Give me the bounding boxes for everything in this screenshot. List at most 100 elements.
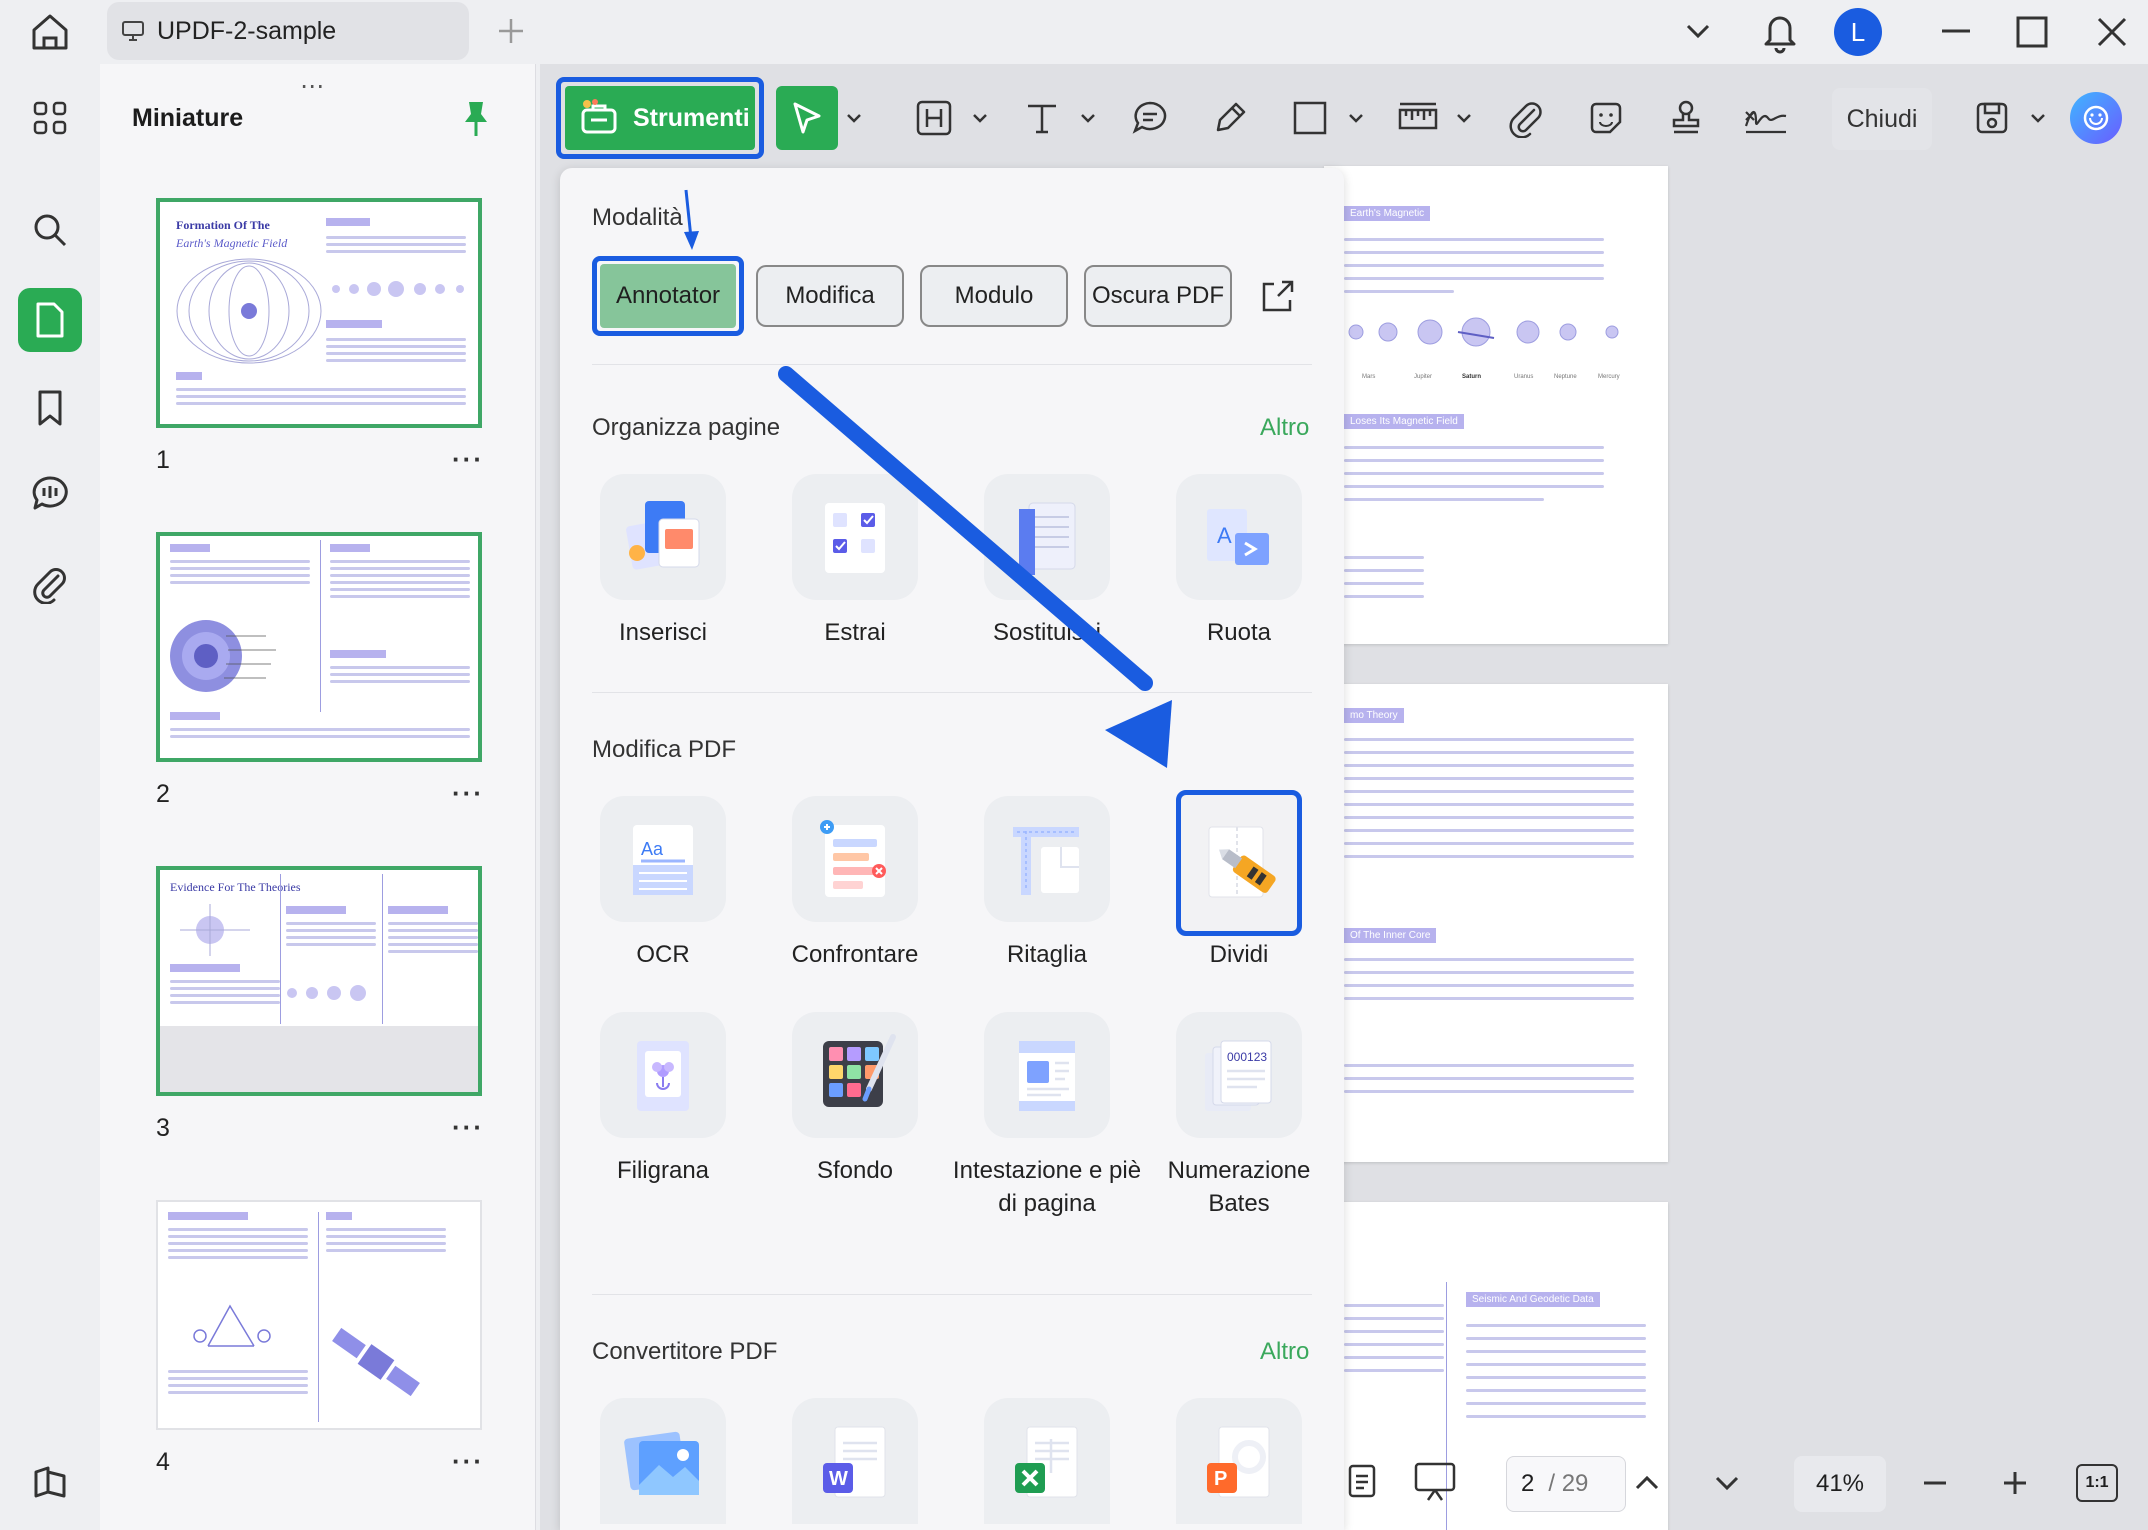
save-dropdown-chevron-icon[interactable] <box>2028 108 2048 128</box>
stamp-icon[interactable] <box>1662 94 1710 142</box>
new-tab-plus-icon[interactable] <box>494 14 528 48</box>
save-icon[interactable] <box>1968 94 2016 142</box>
thumbnail-2-more-button[interactable]: ··· <box>452 778 484 809</box>
home-icon[interactable] <box>26 10 74 54</box>
attach-file-icon[interactable] <box>1502 94 1550 142</box>
pencil-icon[interactable] <box>1206 94 1254 142</box>
minimize-icon[interactable] <box>1936 18 1976 44</box>
thumbnail-page-4[interactable] <box>156 1200 482 1430</box>
mode-annotator-button[interactable]: Annotator <box>592 256 744 336</box>
svg-text:Aa: Aa <box>641 839 664 859</box>
image-convert-icon <box>624 1431 699 1495</box>
page-number-input[interactable]: 2 / 29 <box>1506 1456 1626 1512</box>
zoom-in-icon[interactable] <box>1998 1466 2032 1500</box>
divider <box>592 1294 1312 1295</box>
mode-modulo-button[interactable]: Modulo <box>920 265 1068 327</box>
close-tools-button[interactable]: Chiudi <box>1832 88 1932 150</box>
text-dropdown-chevron-icon[interactable] <box>1078 108 1098 128</box>
comments-icon[interactable] <box>18 462 82 526</box>
page-2-heading-2: Of The Inner Core <box>1344 928 1437 943</box>
close-window-icon[interactable] <box>2094 14 2130 50</box>
rectangle-shape-icon[interactable] <box>1286 94 1334 142</box>
converter-section-title: Convertitore PDF <box>592 1338 778 1365</box>
zoom-out-icon[interactable] <box>1918 1466 1952 1500</box>
word-convert-icon: W <box>823 1426 886 1498</box>
mode-oscura-pdf-button[interactable]: Oscura PDF <box>1084 265 1232 327</box>
tool-ocr-tile[interactable]: Aa <box>600 796 726 922</box>
tool-numerazione-bates-tile[interactable]: 000123 <box>1176 1012 1302 1138</box>
svg-text:P: P <box>1214 1468 1227 1490</box>
measure-dropdown-chevron-icon[interactable] <box>1454 108 1474 128</box>
tool-ruota-tile[interactable]: A <box>1176 474 1302 600</box>
open-external-icon[interactable] <box>1258 278 1296 316</box>
page-2-heading-1: mo Theory <box>1344 708 1404 723</box>
search-icon[interactable] <box>18 198 82 262</box>
text-tool-icon[interactable] <box>1018 94 1066 142</box>
ocr-icon: Aa <box>633 825 693 895</box>
bookmark-icon[interactable] <box>18 376 82 440</box>
current-page: 2 <box>1521 1470 1535 1497</box>
thumbnail-page-3[interactable]: Evidence For The Theories <box>156 866 482 1096</box>
thumbnail-1-more-button[interactable]: ··· <box>452 444 484 475</box>
panel-resize-handle[interactable]: ⋯ <box>300 72 326 101</box>
apps-grid-icon[interactable] <box>18 86 82 150</box>
presentation-icon[interactable] <box>1410 1458 1460 1504</box>
convert-to-excel-tile[interactable] <box>984 1398 1110 1524</box>
tool-sfondo-tile[interactable] <box>792 1012 918 1138</box>
page-3-heading: Seismic And Geodetic Data <box>1466 1292 1600 1307</box>
tool-sostituisci-tile[interactable] <box>984 474 1110 600</box>
document-tab[interactable]: UPDF-2-sample <box>107 2 469 60</box>
thumbnail-1-heading: Formation Of The <box>176 218 270 232</box>
zoom-level[interactable]: 41% <box>1794 1456 1886 1512</box>
bates-numbering-icon: 000123 <box>1205 1040 1272 1111</box>
tool-filigrana-tile[interactable] <box>600 1012 726 1138</box>
maximize-icon[interactable] <box>2014 14 2050 50</box>
mode-annotator-label: Annotator <box>615 282 721 309</box>
thumbnail-page-1[interactable]: Formation Of The Earth's Magnetic Field <box>156 198 482 428</box>
select-cursor-button[interactable] <box>776 86 838 150</box>
satellite-illustration <box>332 1327 420 1397</box>
strumenti-label: Strumenti <box>633 103 750 132</box>
shape-dropdown-chevron-icon[interactable] <box>1346 108 1366 128</box>
comment-bubble-icon[interactable] <box>1126 94 1174 142</box>
document-page-2: mo Theory Of The Inner Core <box>1324 684 1668 1162</box>
cursor-dropdown-chevron-icon[interactable] <box>844 108 864 128</box>
previous-page-chevron-up-icon[interactable] <box>1630 1466 1664 1500</box>
tabs-dropdown-chevron-icon[interactable] <box>1682 16 1714 46</box>
heading-h-icon[interactable] <box>910 94 958 142</box>
thumbnail-3-more-button[interactable]: ··· <box>452 1112 484 1143</box>
pin-icon[interactable] <box>458 98 494 138</box>
ai-assistant-icon[interactable] <box>2070 92 2122 144</box>
tool-dividi-tile[interactable] <box>1176 790 1302 936</box>
convert-to-image-tile[interactable] <box>600 1398 726 1524</box>
sticker-icon[interactable] <box>1582 94 1630 142</box>
tool-inserisci-tile[interactable] <box>600 474 726 600</box>
tool-confrontare-tile[interactable] <box>792 796 918 922</box>
organize-more-link[interactable]: Altro <box>1260 414 1309 442</box>
actual-size-button[interactable]: 1:1 <box>2076 1464 2118 1502</box>
measure-ruler-icon[interactable] <box>1394 94 1442 142</box>
tool-estrai-tile[interactable] <box>792 474 918 600</box>
converter-more-link[interactable]: Altro <box>1260 1338 1309 1366</box>
powerpoint-convert-icon: P <box>1207 1426 1270 1498</box>
tool-intestazione-tile[interactable] <box>984 1012 1110 1138</box>
layers-icon[interactable] <box>18 1450 82 1514</box>
mode-modifica-button[interactable]: Modifica <box>756 265 904 327</box>
watermark-icon <box>637 1041 689 1111</box>
signature-icon[interactable] <box>1742 94 1790 142</box>
strumenti-button[interactable]: Strumenti <box>556 77 764 159</box>
next-page-chevron-down-icon[interactable] <box>1710 1466 1744 1500</box>
thumbnails-page-icon[interactable] <box>18 288 82 352</box>
bell-icon[interactable] <box>1760 8 1800 54</box>
thumbnail-page-2[interactable] <box>156 532 482 762</box>
user-avatar[interactable]: L <box>1834 8 1882 56</box>
edit-section-title: Modifica PDF <box>592 736 737 763</box>
convert-to-powerpoint-tile[interactable]: P <box>1176 1398 1302 1524</box>
convert-to-word-tile[interactable]: W <box>792 1398 918 1524</box>
tool-ritaglia-tile[interactable] <box>984 796 1110 922</box>
reading-mode-icon[interactable] <box>1344 1460 1380 1502</box>
attachment-icon[interactable] <box>18 552 82 616</box>
thumbnail-4-more-button[interactable]: ··· <box>452 1446 484 1477</box>
total-pages: / 29 <box>1548 1470 1589 1497</box>
heading-dropdown-chevron-icon[interactable] <box>970 108 990 128</box>
